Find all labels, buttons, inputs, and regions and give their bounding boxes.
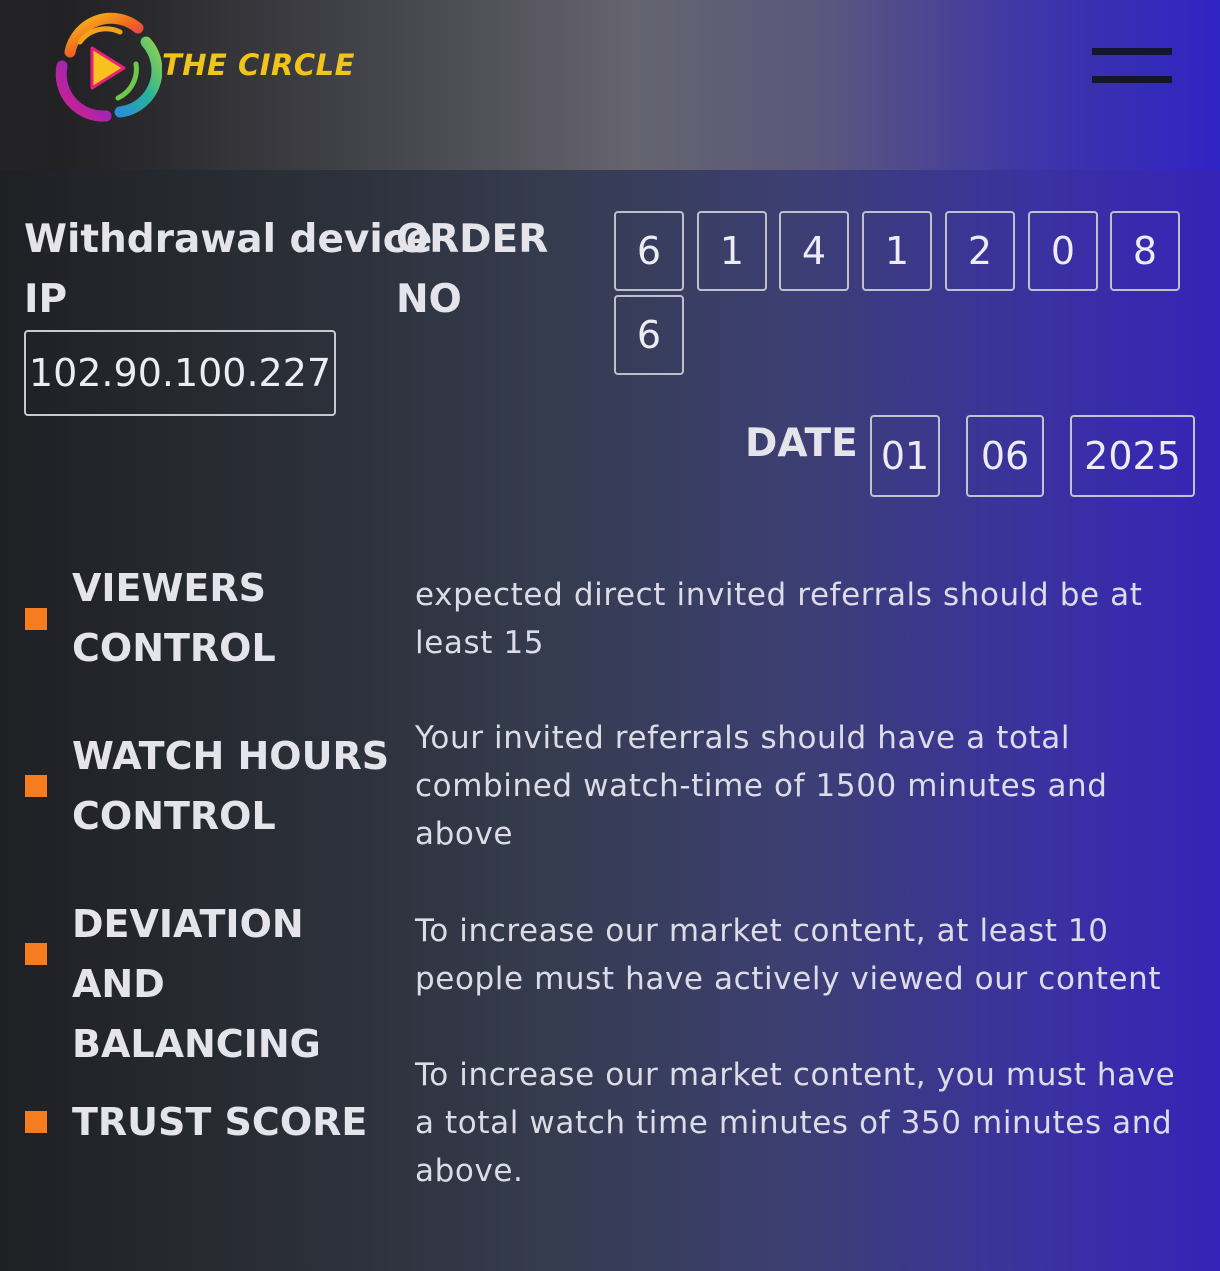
- rule-description: expected direct invited referrals should…: [415, 577, 1143, 661]
- orange-bullet-icon: [25, 775, 47, 797]
- order-digit: 8: [1110, 211, 1180, 291]
- date-day-field: 01: [870, 415, 940, 497]
- ip-label-line1: Withdrawal device: [24, 217, 433, 262]
- order-digit: 2: [945, 211, 1015, 291]
- date-year-field: 2025: [1070, 415, 1195, 497]
- order-digit: 4: [779, 211, 849, 291]
- order-digit: 0: [1028, 211, 1098, 291]
- rule-title: DEVIATION AND BALANCING: [72, 902, 321, 1066]
- order-digit: 1: [697, 211, 767, 291]
- circle-play-logo-icon: [55, 12, 162, 122]
- orange-bullet-icon: [25, 1111, 47, 1133]
- orange-bullet-icon: [25, 943, 47, 965]
- orange-bullet-icon: [25, 608, 47, 630]
- rule-description: Your invited referrals should have a tot…: [415, 720, 1108, 852]
- ip-address-field: 102.90.100.227: [24, 330, 336, 416]
- order-label-line2: NO: [396, 277, 462, 322]
- rule-title: TRUST SCORE: [72, 1100, 368, 1144]
- rule-title: VIEWERS CONTROL: [72, 566, 276, 670]
- order-label-line1: ORDER: [396, 217, 549, 262]
- ip-label-line2: IP: [24, 277, 68, 322]
- order-digit: 6: [614, 211, 684, 291]
- order-digit: 6: [614, 295, 684, 375]
- hamburger-menu-icon[interactable]: [1092, 48, 1174, 86]
- order-digit: 1: [862, 211, 932, 291]
- rule-title: WATCH HOURS CONTROL: [72, 734, 390, 838]
- date-label: DATE: [745, 421, 858, 466]
- header-side-strip: [0, 0, 48, 170]
- date-month-field: 06: [966, 415, 1044, 497]
- brand-name: THE CIRCLE: [162, 48, 355, 82]
- rule-description: To increase our market content, you must…: [415, 1057, 1176, 1189]
- top-header: THE CIRCLE: [0, 0, 1220, 170]
- brand-logo[interactable]: THE CIRCLE: [50, 12, 354, 127]
- rule-description: To increase our market content, at least…: [415, 913, 1162, 997]
